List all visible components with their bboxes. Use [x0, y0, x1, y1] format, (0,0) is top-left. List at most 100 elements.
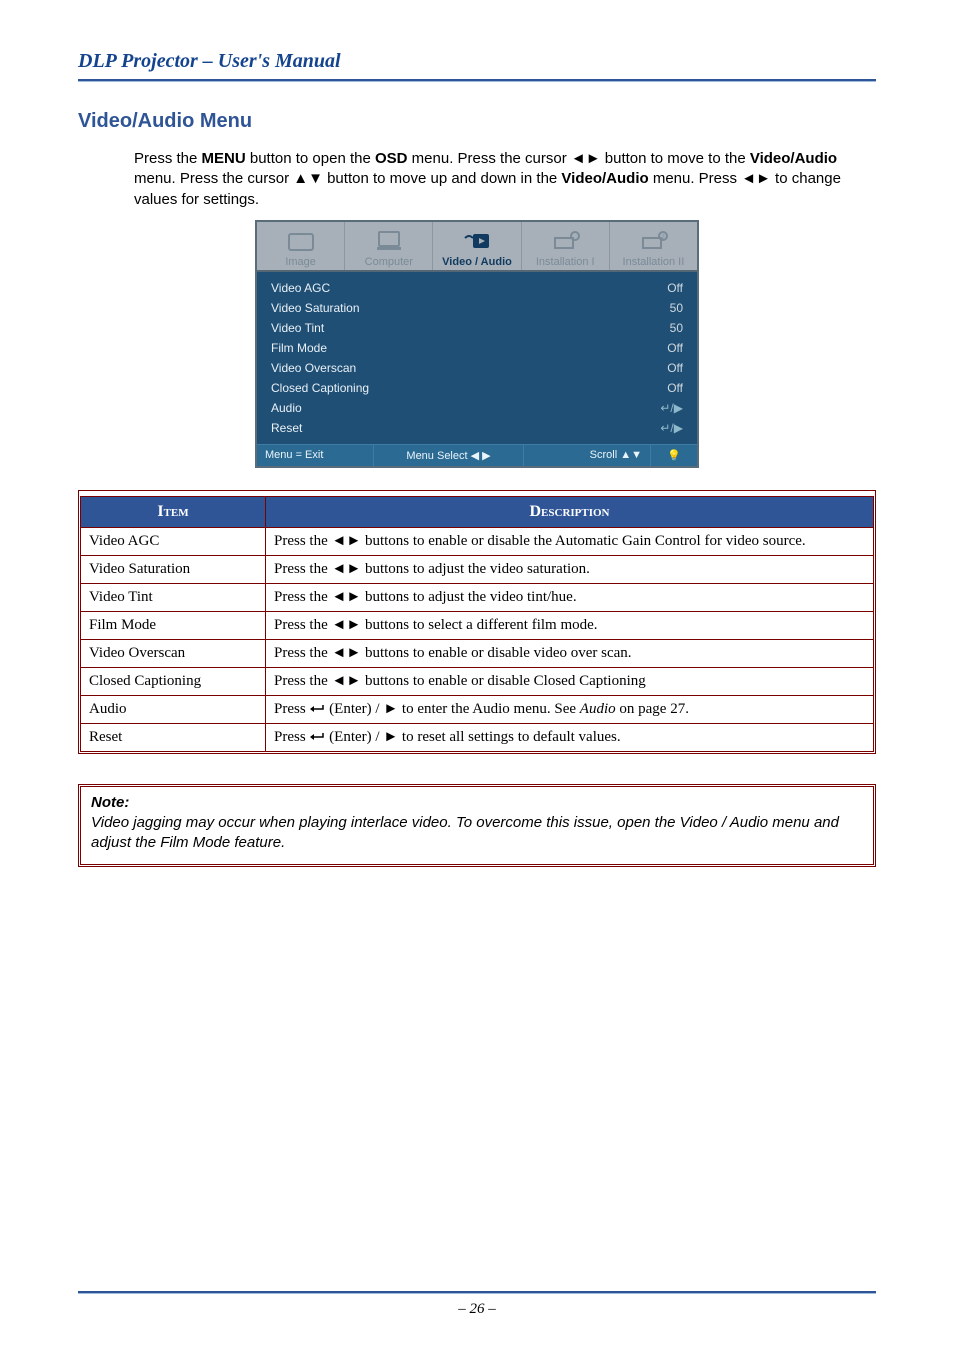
osd-row[interactable]: Reset ↵/▶: [267, 418, 687, 438]
cell-item: Reset: [81, 723, 266, 751]
intro-text: menu. Press the cursor ◄► button to move…: [408, 150, 750, 167]
osd-row[interactable]: Video Saturation 50: [267, 298, 687, 318]
table-row: Video Saturation Press the ◄► buttons to…: [81, 555, 874, 583]
table-row: Video AGC Press the ◄► buttons to enable…: [81, 527, 874, 555]
tab-label: Installation II: [623, 256, 685, 268]
image-icon: [261, 226, 340, 254]
osd-value: ↵/▶: [660, 421, 683, 435]
osd-label: Film Mode: [271, 341, 327, 355]
osd-foot-scroll: Scroll ▲▼: [523, 445, 650, 466]
footer-rule: [78, 1291, 876, 1294]
install2-icon: 2: [614, 226, 693, 254]
th-item: Item: [81, 496, 266, 527]
osd-value: ↵/▶: [660, 401, 683, 415]
tab-label: Image: [285, 256, 316, 268]
osd-footer: Menu = Exit Menu Select ◀ ▶ Scroll ▲▼ 💡: [257, 444, 697, 466]
table-row: Closed Captioning Press the ◄► buttons t…: [81, 667, 874, 695]
intro-text: Press the: [134, 150, 202, 167]
osd-tabs: Image Computer Video / Audio: [257, 222, 697, 272]
osd-label: Video Overscan: [271, 361, 356, 375]
desc-text: Press: [274, 729, 309, 745]
va-bold: Video/Audio: [750, 150, 837, 167]
cell-item: Audio: [81, 695, 266, 723]
osd-label: Video Saturation: [271, 301, 360, 315]
tab-image[interactable]: Image: [257, 222, 344, 270]
tab-label: Installation I: [536, 256, 595, 268]
osd-value: Off: [667, 381, 683, 395]
osd-row[interactable]: Video Tint 50: [267, 318, 687, 338]
osd-label: Video Tint: [271, 321, 324, 335]
page-number: – 26 –: [0, 1301, 954, 1318]
table-row: Video Overscan Press the ◄► buttons to e…: [81, 639, 874, 667]
intro-text: button to open the: [246, 150, 375, 167]
cell-desc: Press the ◄► buttons to adjust the video…: [266, 555, 874, 583]
audio-italic: Audio: [580, 701, 616, 717]
osd-foot-select: Menu Select ◀ ▶: [373, 445, 523, 466]
section-title: Video/Audio Menu: [78, 110, 876, 133]
intro-paragraph: Press the MENU button to open the OSD me…: [134, 149, 876, 210]
osd-row[interactable]: Film Mode Off: [267, 338, 687, 358]
tab-install2[interactable]: 2 Installation II: [609, 222, 697, 270]
osd-value: 50: [670, 301, 683, 315]
cell-item: Video Overscan: [81, 639, 266, 667]
desc-text: (Enter) / ► to enter the Audio menu. See: [329, 701, 580, 717]
tab-label: Computer: [365, 256, 413, 268]
osd-label: Audio: [271, 401, 302, 415]
install1-icon: [526, 226, 605, 254]
table-row: Reset Press (Enter) / ► to reset all set…: [81, 723, 874, 751]
header-rule: [78, 79, 876, 82]
desc-text: (Enter) / ► to reset all settings to def…: [329, 729, 620, 745]
va-bold2: Video/Audio: [561, 170, 648, 187]
osd-value: 50: [670, 321, 683, 335]
cell-desc: Press the ◄► buttons to select a differe…: [266, 611, 874, 639]
tab-label: Video / Audio: [442, 256, 512, 268]
note-body: Video jagging may occur when playing int…: [91, 814, 839, 851]
osd-value: Off: [667, 361, 683, 375]
cell-desc: Press the ◄► buttons to enable or disabl…: [266, 527, 874, 555]
cell-item: Video AGC: [81, 527, 266, 555]
tab-computer[interactable]: Computer: [344, 222, 432, 270]
note-box: Note: Video jagging may occur when playi…: [78, 784, 876, 867]
header-title: DLP Projector – User's Manual: [78, 50, 876, 73]
table-row: Film Mode Press the ◄► buttons to select…: [81, 611, 874, 639]
th-desc: Description: [266, 496, 874, 527]
note-label: Note:: [91, 794, 129, 811]
table-row: Audio Press (Enter) / ► to enter the Aud…: [81, 695, 874, 723]
tab-install1[interactable]: Installation I: [521, 222, 609, 270]
enter-icon: [309, 732, 325, 742]
tab-video-audio[interactable]: Video / Audio: [432, 222, 520, 270]
desc-text: Press: [274, 701, 309, 717]
osd-label: Closed Captioning: [271, 381, 369, 395]
osd-bold: OSD: [375, 150, 408, 167]
osd-screenshot: Image Computer Video / Audio: [78, 220, 876, 468]
cell-desc: Press the ◄► buttons to enable or disabl…: [266, 667, 874, 695]
cell-desc: Press (Enter) / ► to enter the Audio men…: [266, 695, 874, 723]
desc-table-wrap: Item Description Video AGC Press the ◄► …: [78, 490, 876, 754]
cell-desc: Press (Enter) / ► to reset all settings …: [266, 723, 874, 751]
page: DLP Projector – User's Manual Video/Audi…: [0, 0, 954, 1350]
osd-label: Reset: [271, 421, 302, 435]
osd-body: Video AGCOff Video Saturation 50 Video Ti…: [257, 272, 697, 444]
desc-text: on page 27.: [616, 701, 689, 717]
cell-item: Film Mode: [81, 611, 266, 639]
cell-desc: Press the ◄► buttons to adjust the video…: [266, 583, 874, 611]
cell-desc: Press the ◄► buttons to enable or disabl…: [266, 639, 874, 667]
osd-panel: Image Computer Video / Audio: [255, 220, 699, 468]
osd-row[interactable]: Audio ↵/▶: [267, 398, 687, 418]
cell-item: Closed Captioning: [81, 667, 266, 695]
table-row: Video Tint Press the ◄► buttons to adjus…: [81, 583, 874, 611]
osd-foot-help[interactable]: 💡: [650, 445, 697, 466]
intro-text: menu. Press the cursor ▲▼ button to move…: [134, 170, 561, 187]
osd-row[interactable]: Video Overscan Off: [267, 358, 687, 378]
osd-row[interactable]: Closed Captioning Off: [267, 378, 687, 398]
enter-icon: [309, 704, 325, 714]
osd-row[interactable]: Video AGCOff: [267, 278, 687, 298]
video-audio-icon: [437, 226, 516, 254]
osd-value: Off: [667, 281, 683, 295]
description-table: Item Description Video AGC Press the ◄► …: [80, 496, 874, 752]
osd-foot-exit[interactable]: Menu = Exit: [257, 445, 373, 466]
osd-value: Off: [667, 341, 683, 355]
menu-bold: MENU: [202, 150, 246, 167]
cell-item: Video Tint: [81, 583, 266, 611]
cell-item: Video Saturation: [81, 555, 266, 583]
